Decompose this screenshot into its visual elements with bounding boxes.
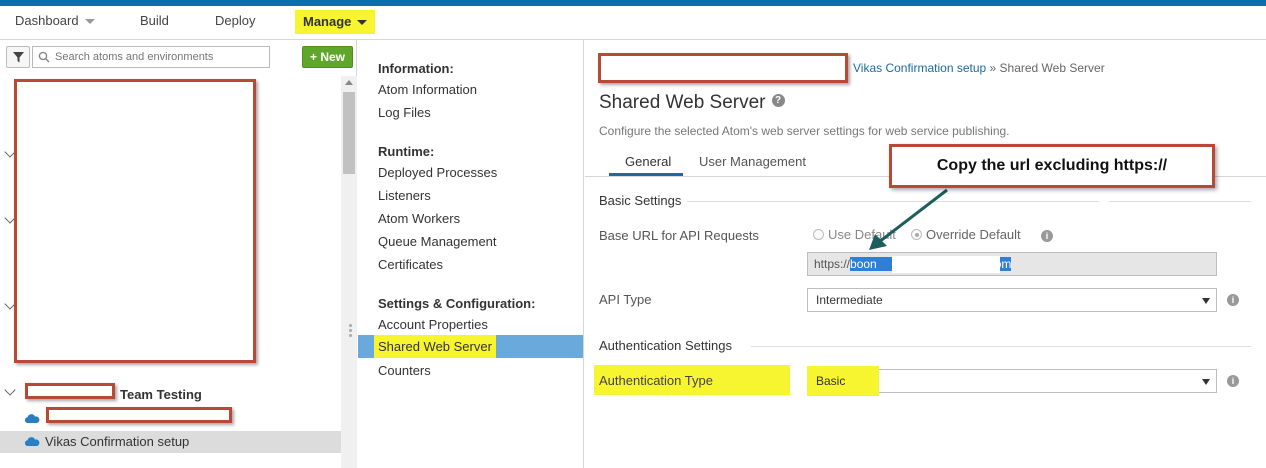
filter-icon	[13, 52, 24, 63]
dropdown-arrow-icon	[1202, 379, 1210, 385]
menu-item-account-properties[interactable]: Account Properties	[378, 317, 488, 332]
top-nav: Dashboard Build Deploy Manage	[0, 6, 1266, 40]
menu-item-atom-information[interactable]: Atom Information	[378, 82, 477, 97]
redaction-box	[598, 53, 848, 83]
base-url-label: Base URL for API Requests	[599, 228, 759, 243]
api-type-select[interactable]: Intermediate	[807, 288, 1217, 312]
scroll-thumb[interactable]	[343, 92, 355, 174]
chevron-down-icon	[84, 19, 95, 25]
nav-build[interactable]: Build	[140, 6, 169, 36]
breadcrumb: Vikas Confirmation setup » Shared Web Se…	[853, 61, 1105, 75]
info-icon[interactable]: i	[1227, 375, 1239, 387]
menu-item-certificates[interactable]: Certificates	[378, 257, 443, 272]
api-type-value: Intermediate	[816, 293, 883, 307]
tab-general[interactable]: General	[625, 154, 671, 169]
tree: Team Testing Vikas Confirmation setup	[0, 76, 341, 468]
nav-dashboard-label: Dashboard	[15, 13, 79, 28]
menu-item-queue-management[interactable]: Queue Management	[378, 234, 497, 249]
divider	[751, 346, 1251, 347]
settings-menu: Information: Atom Information Log Files …	[358, 40, 584, 468]
annotation-arrow-icon	[869, 188, 948, 250]
tree-item-selected[interactable]: Vikas Confirmation setup	[0, 431, 341, 453]
cloud-icon	[24, 414, 40, 423]
url-prefix: https://	[814, 257, 851, 271]
filter-button[interactable]	[6, 46, 30, 68]
tree-scrollbar[interactable]	[341, 76, 357, 468]
redaction-box	[25, 383, 115, 399]
menu-item-log-files[interactable]: Log Files	[378, 105, 431, 120]
info-icon[interactable]: i	[1227, 294, 1239, 306]
atom-tree-panel: + New Team Testing Vikas Confirmation se…	[0, 40, 357, 468]
menu-item-deployed-processes[interactable]: Deployed Processes	[378, 165, 497, 180]
redaction-box	[14, 79, 256, 363]
breadcrumb-separator: »	[986, 61, 1000, 75]
menu-item-counters[interactable]: Counters	[378, 363, 431, 378]
new-button[interactable]: + New	[302, 46, 353, 68]
nav-dashboard[interactable]: Dashboard	[15, 6, 95, 36]
page-description: Configure the selected Atom's web server…	[599, 124, 1010, 138]
page-title-text: Shared Web Server	[599, 92, 766, 113]
redaction-box	[46, 407, 232, 423]
dropdown-arrow-icon	[1202, 298, 1210, 304]
nav-deploy[interactable]: Deploy	[215, 6, 255, 36]
breadcrumb-current: Shared Web Server	[999, 61, 1105, 75]
menu-heading-settings: Settings & Configuration:	[378, 296, 536, 311]
menu-item-listeners[interactable]: Listeners	[378, 188, 431, 203]
divider	[1109, 201, 1251, 202]
menu-heading-runtime: Runtime:	[378, 144, 435, 159]
nav-manage-label: Manage	[303, 14, 352, 29]
menu-item-shared-web-server-label: Shared Web Server	[374, 335, 496, 358]
menu-item-shared-web-server[interactable]: Shared Web Server	[358, 335, 583, 358]
section-basic-settings: Basic Settings	[599, 193, 682, 208]
main-content: Vikas Confirmation setup » Shared Web Se…	[585, 40, 1266, 468]
search-icon	[38, 51, 50, 63]
scroll-up-icon[interactable]	[345, 80, 353, 85]
tree-team-label[interactable]: Team Testing	[120, 387, 202, 402]
api-type-label: API Type	[599, 292, 652, 307]
tab-user-management[interactable]: User Management	[699, 154, 806, 169]
auth-type-value: Basic	[816, 374, 846, 388]
menu-item-atom-workers[interactable]: Atom Workers	[378, 211, 460, 226]
page-title: Shared Web Server?	[599, 92, 785, 114]
search-input[interactable]	[55, 49, 267, 65]
info-icon[interactable]: i	[1041, 230, 1053, 242]
tree-item-label: Vikas Confirmation setup	[45, 434, 190, 449]
help-icon[interactable]: ?	[771, 94, 785, 108]
splitter-grip-icon[interactable]	[349, 324, 353, 338]
search-box	[32, 46, 270, 68]
radio-icon	[813, 229, 824, 241]
annotation-callout: Copy the url excluding https://	[889, 144, 1215, 188]
auth-type-label: Authentication Type	[599, 373, 713, 388]
chevron-down-icon	[357, 20, 368, 26]
cloud-icon	[24, 437, 40, 446]
menu-heading-information: Information:	[378, 61, 454, 76]
chevron-expanded-icon[interactable]	[4, 384, 16, 396]
nav-manage[interactable]: Manage	[295, 10, 376, 34]
breadcrumb-link[interactable]: Vikas Confirmation setup	[853, 61, 986, 75]
section-authentication-settings: Authentication Settings	[599, 338, 732, 353]
